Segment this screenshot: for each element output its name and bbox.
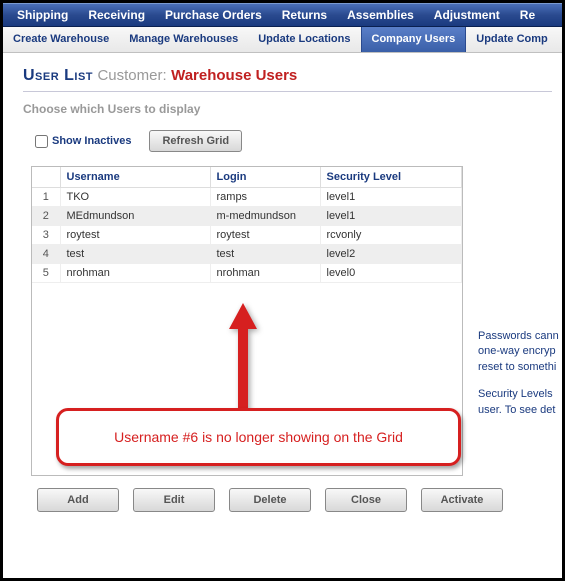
menu-more[interactable]: Re <box>510 8 545 22</box>
cell-username: roytest <box>60 226 210 245</box>
menu-shipping[interactable]: Shipping <box>7 8 78 22</box>
tab-update-comp[interactable]: Update Comp <box>466 27 558 52</box>
cell-rownum: 1 <box>32 188 60 207</box>
close-button[interactable]: Close <box>325 488 407 512</box>
cell-rownum: 2 <box>32 207 60 226</box>
annotation-arrow-icon <box>223 303 263 421</box>
cell-login: ramps <box>210 188 320 207</box>
title-customer-value: Warehouse Users <box>171 67 297 84</box>
cell-rownum: 5 <box>32 264 60 283</box>
subtab-strip: Create Warehouse Manage Warehouses Updat… <box>3 27 562 53</box>
menu-assemblies[interactable]: Assemblies <box>337 8 424 22</box>
show-inactives-text: Show Inactives <box>52 135 131 147</box>
col-rownum[interactable] <box>32 167 60 188</box>
cell-security: level0 <box>320 264 462 283</box>
cell-login: test <box>210 245 320 264</box>
tab-update-locations[interactable]: Update Locations <box>248 27 360 52</box>
cell-security: rcvonly <box>320 226 462 245</box>
col-username[interactable]: Username <box>60 167 210 188</box>
cell-security: level2 <box>320 245 462 264</box>
table-row[interactable]: 3roytestroytestrcvonly <box>32 226 462 245</box>
tab-manage-warehouses[interactable]: Manage Warehouses <box>119 27 248 52</box>
tab-company-users[interactable]: Company Users <box>361 27 467 52</box>
col-login[interactable]: Login <box>210 167 320 188</box>
title-userlist: User List <box>23 67 93 84</box>
activate-button[interactable]: Activate <box>421 488 503 512</box>
cell-login: nrohman <box>210 264 320 283</box>
main-menubar: Shipping Receiving Purchase Orders Retur… <box>3 3 562 27</box>
delete-button[interactable]: Delete <box>229 488 311 512</box>
table-row[interactable]: 4testtestlevel2 <box>32 245 462 264</box>
title-customer-label: Customer: <box>97 67 166 84</box>
page-title: User List Customer: Warehouse Users <box>23 67 552 92</box>
table-row[interactable]: 5nrohmannrohmanlevel0 <box>32 264 462 283</box>
menu-returns[interactable]: Returns <box>272 8 337 22</box>
edit-button[interactable]: Edit <box>133 488 215 512</box>
cell-username: MEdmundson <box>60 207 210 226</box>
cell-username: test <box>60 245 210 264</box>
cell-username: nrohman <box>60 264 210 283</box>
menu-purchase-orders[interactable]: Purchase Orders <box>155 8 272 22</box>
side-help-text: Passwords cann one-way encryp reset to s… <box>478 329 565 430</box>
cell-rownum: 4 <box>32 245 60 264</box>
cell-security: level1 <box>320 207 462 226</box>
cell-login: roytest <box>210 226 320 245</box>
refresh-grid-button[interactable]: Refresh Grid <box>149 130 242 152</box>
side-p2: Security Levels user. To see det <box>478 387 565 418</box>
add-button[interactable]: Add <box>37 488 119 512</box>
cell-rownum: 3 <box>32 226 60 245</box>
cell-login: m-medmundson <box>210 207 320 226</box>
side-p1: Passwords cann one-way encryp reset to s… <box>478 329 565 375</box>
menu-adjustment[interactable]: Adjustment <box>424 8 510 22</box>
tab-create-warehouse[interactable]: Create Warehouse <box>3 27 119 52</box>
table-row[interactable]: 1TKOrampslevel1 <box>32 188 462 207</box>
cell-security: level1 <box>320 188 462 207</box>
annotation-callout: Username #6 is no longer showing on the … <box>56 408 461 466</box>
table-row[interactable]: 2MEdmundsonm-medmundsonlevel1 <box>32 207 462 226</box>
show-inactives-label[interactable]: Show Inactives <box>35 135 131 148</box>
show-inactives-checkbox[interactable] <box>35 135 48 148</box>
col-security[interactable]: Security Level <box>320 167 462 188</box>
menu-receiving[interactable]: Receiving <box>78 8 155 22</box>
choose-label: Choose which Users to display <box>23 102 552 116</box>
cell-username: TKO <box>60 188 210 207</box>
annotation-text: Username #6 is no longer showing on the … <box>114 429 403 445</box>
